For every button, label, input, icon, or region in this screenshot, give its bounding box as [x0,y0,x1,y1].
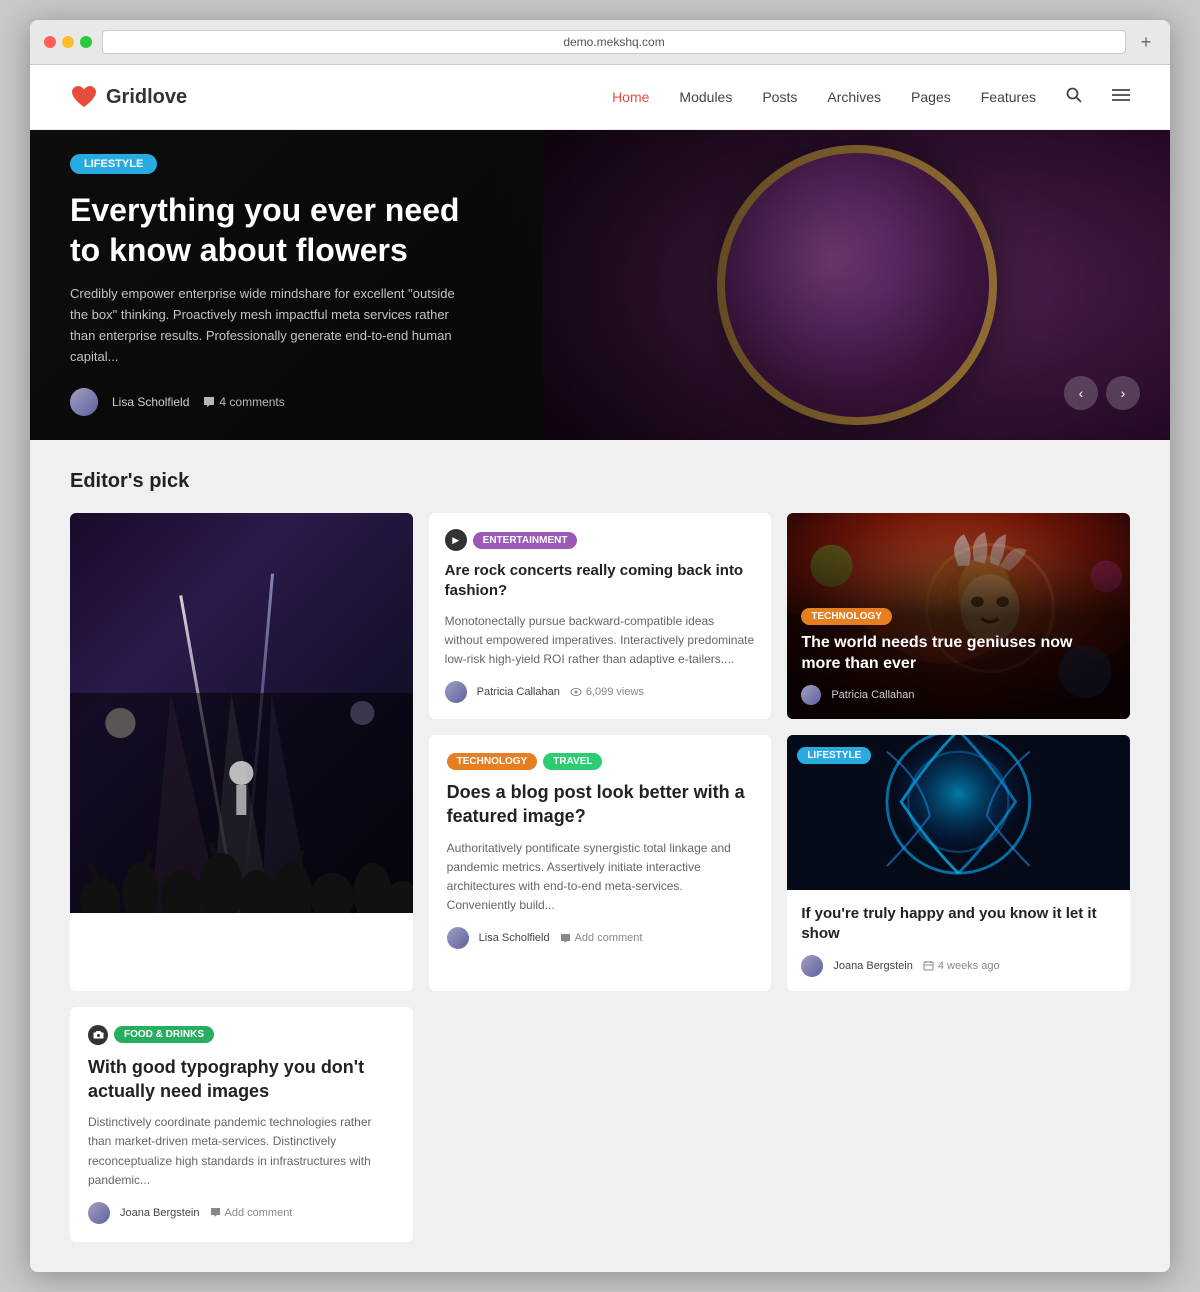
fireworks-author: Joana Bergstein [833,960,913,972]
card-true-geniuses: TECHNOLOGY The world needs true geniuses… [787,513,1130,719]
card-travel-badge[interactable]: TRAVEL [543,753,602,770]
comment-icon [560,933,571,944]
fireworks-date: 4 weeks ago [923,960,1000,972]
nav-posts[interactable]: Posts [762,89,797,105]
minimize-dot[interactable] [62,36,74,48]
card-typography-title: With good typography you don't actually … [88,1055,395,1104]
card-rock-concerts-body: ▶ ENTERTAINMENT Are rock concerts really… [429,513,772,719]
card-blog-category-row: TECHNOLOGY TRAVEL [447,753,754,770]
camera-icon [88,1025,108,1045]
card-typography-author: Joana Bergstein [120,1207,200,1219]
editors-pick-grid: ▶ ENTERTAINMENT Are rock concerts really… [70,513,1130,1242]
fireworks-lifestyle-badge[interactable]: LIFESTYLE [797,747,871,764]
avatar-image [70,388,98,416]
fireworks-avatar [801,955,823,977]
calendar-icon [923,960,934,971]
nav-modules[interactable]: Modules [679,89,732,105]
hero-section: LIFESTYLE Everything you ever need to kn… [30,130,1170,440]
card-typography-meta: Joana Bergstein Add comment [88,1202,395,1224]
main-nav: Home Modules Posts Archives Pages Featur… [612,87,1130,108]
geniuses-author: Patricia Callahan [831,689,914,701]
hero-author-avatar [70,388,98,416]
eye-icon [570,688,582,696]
nav-home[interactable]: Home [612,89,649,105]
card-blog-post-image: TECHNOLOGY TRAVEL Does a blog post look … [429,735,772,991]
maximize-dot[interactable] [80,36,92,48]
fireworks-card-body: If you're truly happy and you know it le… [787,890,1130,991]
search-icon[interactable] [1066,87,1082,108]
menu-icon[interactable] [1112,88,1130,107]
card-title: Are rock concerts really coming back int… [445,561,756,602]
hero-title: Everything you ever need to know about f… [70,190,490,270]
address-bar[interactable]: demo.mekshq.com [102,30,1126,54]
hero-description: Credibly empower enterprise wide mindsha… [70,284,470,367]
card-blog-desc: Authoritatively pontificate synergistic … [447,839,754,916]
card-category-badge[interactable]: ENTERTAINMENT [473,532,578,549]
geniuses-category-badge[interactable]: TECHNOLOGY [801,608,892,625]
hero-comments: 4 comments [203,395,284,409]
logo-icon [70,83,98,111]
hero-meta: Lisa Scholfield 4 comments [70,388,1130,416]
concert-image [70,513,413,913]
geniuses-avatar [801,685,821,705]
card-blog-title: Does a blog post look better with a feat… [447,780,754,829]
card-typography-avatar [88,1202,110,1224]
card-blog-comment[interactable]: Add comment [560,932,643,944]
card-blog-avatar [447,927,469,949]
play-icon: ▶ [445,529,467,551]
card-typography-comment[interactable]: Add comment [210,1207,293,1219]
fireworks-category-row: LIFESTYLE [797,745,871,763]
nav-pages[interactable]: Pages [911,89,951,105]
card-blog-meta: Lisa Scholfield Add comment [447,927,754,949]
card-author-name: Patricia Callahan [477,686,560,698]
card-food-badge[interactable]: FOOD & DRINKS [114,1026,214,1043]
card-tech-badge[interactable]: TECHNOLOGY [447,753,538,770]
nav-archives[interactable]: Archives [827,89,881,105]
site-header: Gridlove Home Modules Posts Archives Pag… [30,65,1170,130]
browser-window: demo.mekshq.com + Gridlove Home Modules … [30,20,1170,1272]
site-logo[interactable]: Gridlove [70,83,187,111]
card-concert [70,513,413,991]
card-blog-author: Lisa Scholfield [479,932,550,944]
nav-features[interactable]: Features [981,89,1036,105]
concert-crowd-svg [70,693,413,913]
fireworks-title: If you're truly happy and you know it le… [801,904,1116,945]
hero-content: LIFESTYLE Everything you ever need to kn… [30,130,1170,440]
main-content: Editor's pick [30,440,1170,1272]
card-description: Monotonectally pursue backward-compatibl… [445,612,756,670]
fireworks-meta: Joana Bergstein 4 weeks ago [801,955,1116,977]
close-dot[interactable] [44,36,56,48]
geniuses-content: TECHNOLOGY The world needs true geniuses… [787,592,1130,719]
fireworks-image: LIFESTYLE [787,735,1130,890]
card-views: 6,099 views [570,686,644,698]
geniuses-meta: Patricia Callahan [801,685,1116,705]
new-tab-button[interactable]: + [1136,32,1156,52]
editors-pick-title: Editor's pick [70,470,1130,493]
card-rock-concerts: ▶ ENTERTAINMENT Are rock concerts really… [429,513,772,719]
comment-icon-2 [210,1207,221,1218]
browser-chrome: demo.mekshq.com + [30,20,1170,65]
comment-icon [203,396,215,408]
card-truly-happy: LIFESTYLE If you're truly happy and you … [787,735,1130,991]
hero-prev-button[interactable]: ‹ [1064,376,1098,410]
hero-next-button[interactable]: › [1106,376,1140,410]
card-typography-body: FOOD & DRINKS With good typography you d… [70,1007,413,1242]
browser-dots [44,36,92,48]
card-typography-desc: Distinctively coordinate pandemic techno… [88,1113,395,1190]
geniuses-title: The world needs true geniuses now more t… [801,632,1116,675]
hero-author-name[interactable]: Lisa Scholfield [112,395,189,409]
card-meta: Patricia Callahan 6,099 views [445,681,756,703]
geniuses-category-row: TECHNOLOGY [801,606,1116,624]
card-good-typography: FOOD & DRINKS With good typography you d… [70,1007,413,1242]
hero-nav-buttons: ‹ › [1064,376,1140,410]
hero-category-badge[interactable]: LIFESTYLE [70,154,157,174]
card-typography-category-row: FOOD & DRINKS [88,1025,395,1045]
card-category-row: ▶ ENTERTAINMENT [445,529,756,551]
card-blog-post-body: TECHNOLOGY TRAVEL Does a blog post look … [429,735,772,967]
camera-svg [93,1030,104,1039]
logo-text: Gridlove [106,86,187,109]
card-author-avatar [445,681,467,703]
